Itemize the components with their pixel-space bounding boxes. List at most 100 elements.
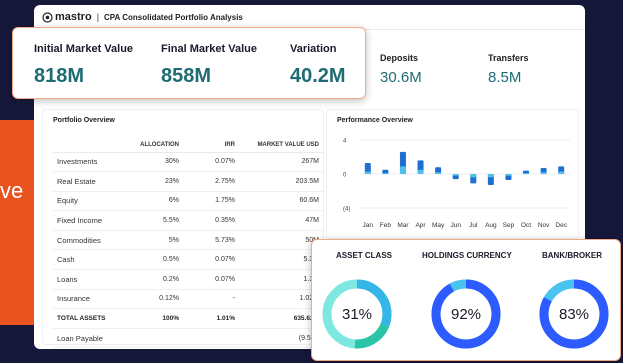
bar-secondary[interactable] [487, 174, 494, 178]
bar-secondary[interactable] [417, 169, 424, 174]
table-cell: 5.73% [183, 230, 239, 251]
allocation-donuts: 31% 92% 83% [318, 275, 609, 353]
table-row[interactable]: Commodities 5% 5.73% 50M [53, 230, 323, 251]
portfolio-overview-panel: Portfolio Overview ALLOCATION IRR MARKET… [42, 109, 324, 349]
donut-value: 83% [559, 306, 589, 323]
y-tick-label: (4) [343, 207, 350, 213]
table-cell: Loans [53, 269, 123, 290]
initial-market-value: Initial Market Value 818M [34, 43, 133, 88]
table-cell: 2.75% [183, 171, 239, 192]
deposits-stat: Deposits 30.6M [380, 53, 422, 86]
y-tick-label: 0 [343, 173, 347, 179]
table-cell: Insurance [53, 289, 123, 310]
x-tick-label: Apr [415, 222, 426, 229]
mastro-logo-icon [42, 11, 53, 23]
bar-secondary[interactable] [558, 171, 565, 174]
bar-secondary[interactable] [540, 172, 547, 174]
final-market-value: Final Market Value 858M [161, 43, 257, 88]
brand-name: mastro [55, 11, 92, 23]
table-cell: 267M [239, 152, 323, 173]
table-cell: 0.2% [123, 269, 183, 290]
table-row[interactable]: Investments 30% 0.07% 267M [53, 152, 323, 173]
x-tick-label: Aug [485, 222, 497, 229]
deposits-label: Deposits [380, 53, 419, 63]
table-header[interactable]: MARKET VALUE USD [239, 138, 323, 153]
table-row[interactable]: Loans 0.2% 0.07% 1.3M [53, 269, 323, 290]
x-tick-label: Jun [450, 222, 461, 229]
portfolio-overview-title: Portfolio Overview [53, 117, 115, 124]
table-cell: 0.07% [183, 249, 239, 271]
x-tick-label: Oct [521, 222, 531, 229]
table-cell: Cash [53, 249, 123, 271]
x-tick-label: Mar [397, 222, 409, 229]
bar-secondary[interactable] [399, 166, 406, 174]
table-cell: Fixed Income [53, 210, 123, 231]
table-row[interactable]: Cash 0.5% 0.07% 5.3M [53, 249, 323, 271]
table-cell: TOTAL ASSETS [53, 308, 123, 329]
bar-secondary[interactable] [382, 173, 389, 175]
table-header[interactable]: IRR [183, 138, 239, 153]
bar-secondary[interactable] [435, 172, 442, 174]
table-cell: 0.35% [183, 210, 239, 231]
table-cell: Real Estate [53, 171, 123, 192]
transfers-value: 8.5M [488, 69, 522, 86]
table-cell: 0.5% [123, 249, 183, 271]
table-row[interactable]: Real Estate 23% 2.75% 203.5M [53, 171, 323, 192]
table-header [53, 138, 123, 153]
table-header-row: ALLOCATION IRR MARKET VALUE USD [53, 138, 323, 153]
table-cell: 47M [239, 210, 323, 231]
bar-secondary[interactable] [364, 171, 371, 174]
deposits-value: 30.6M [380, 69, 422, 86]
header-separator: | [96, 12, 100, 22]
table-cell: 0.07% [183, 269, 239, 290]
table-cell: 5% [123, 230, 183, 251]
table-cell: 203.5M [239, 171, 323, 192]
x-tick-label: Nov [538, 222, 550, 229]
table-cell: 0.07% [183, 152, 239, 173]
table-cell: 100% [123, 308, 183, 329]
bar-secondary[interactable] [523, 173, 530, 175]
performance-overview-panel: Performance Overview 4 0 (4) Jan Feb Mar Apr Ma… [326, 109, 579, 239]
kpi-value: 858M [161, 65, 212, 87]
brand-logo[interactable]: mastro [42, 11, 92, 23]
table-cell: 30% [123, 152, 183, 173]
donut-value: 92% [451, 306, 481, 323]
table-cell: 1.75% [183, 191, 239, 212]
x-tick-label: Dec [555, 222, 567, 229]
donut-chart[interactable]: 92% [431, 279, 501, 349]
transfers-stat: Transfers 8.5M [488, 53, 529, 86]
table-cell: 1.01% [183, 308, 239, 329]
table-row[interactable]: Loan Payable (9.5M) [53, 328, 323, 349]
kpi-label: Variation [290, 43, 337, 55]
x-tick-label: Feb [380, 222, 392, 229]
donut-chart[interactable]: 83% [539, 279, 609, 349]
table-cell: 6% [123, 191, 183, 212]
bar-secondary[interactable] [452, 174, 459, 176]
y-tick-label: 4 [343, 139, 347, 145]
table-cell [183, 328, 239, 349]
x-tick-label: Sep [503, 222, 515, 229]
table-cell [123, 328, 183, 349]
table-cell: - [183, 289, 239, 310]
table-header[interactable]: ALLOCATION [123, 138, 183, 153]
table-row[interactable]: Fixed Income 5.5% 0.35% 47M [53, 210, 323, 231]
x-tick-label: Jan [363, 222, 374, 229]
table-cell: 0.12% [123, 289, 183, 310]
table-row[interactable]: Insurance 0.12% - 1.02M [53, 289, 323, 310]
table-cell: Equity [53, 191, 123, 212]
bar-secondary[interactable] [470, 174, 477, 178]
page-title: CPA Consolidated Portfolio Analysis [104, 12, 243, 22]
kpi-label: Initial Market Value [34, 43, 134, 55]
kpi-label: Final Market Value [161, 43, 257, 55]
performance-chart: 4 0 (4) Jan Feb Mar Apr May Jun Jul Aug Sep Oct Nov De… [343, 139, 570, 229]
donut-chart[interactable]: 31% [318, 275, 396, 353]
table-cell: 23% [123, 171, 183, 192]
donut-value: 31% [342, 306, 372, 323]
table-cell: 5.5% [123, 210, 183, 231]
bar-secondary[interactable] [505, 174, 512, 176]
kpi-value: 40.2M [290, 65, 346, 87]
table-row[interactable]: Equity 6% 1.75% 60.6M [53, 191, 323, 212]
table-cell: 60.6M [239, 191, 323, 212]
total-assets-row[interactable]: TOTAL ASSETS 100% 1.01% 635.62M [53, 308, 323, 329]
portfolio-table: ALLOCATION IRR MARKET VALUE USD Investme… [53, 138, 323, 349]
